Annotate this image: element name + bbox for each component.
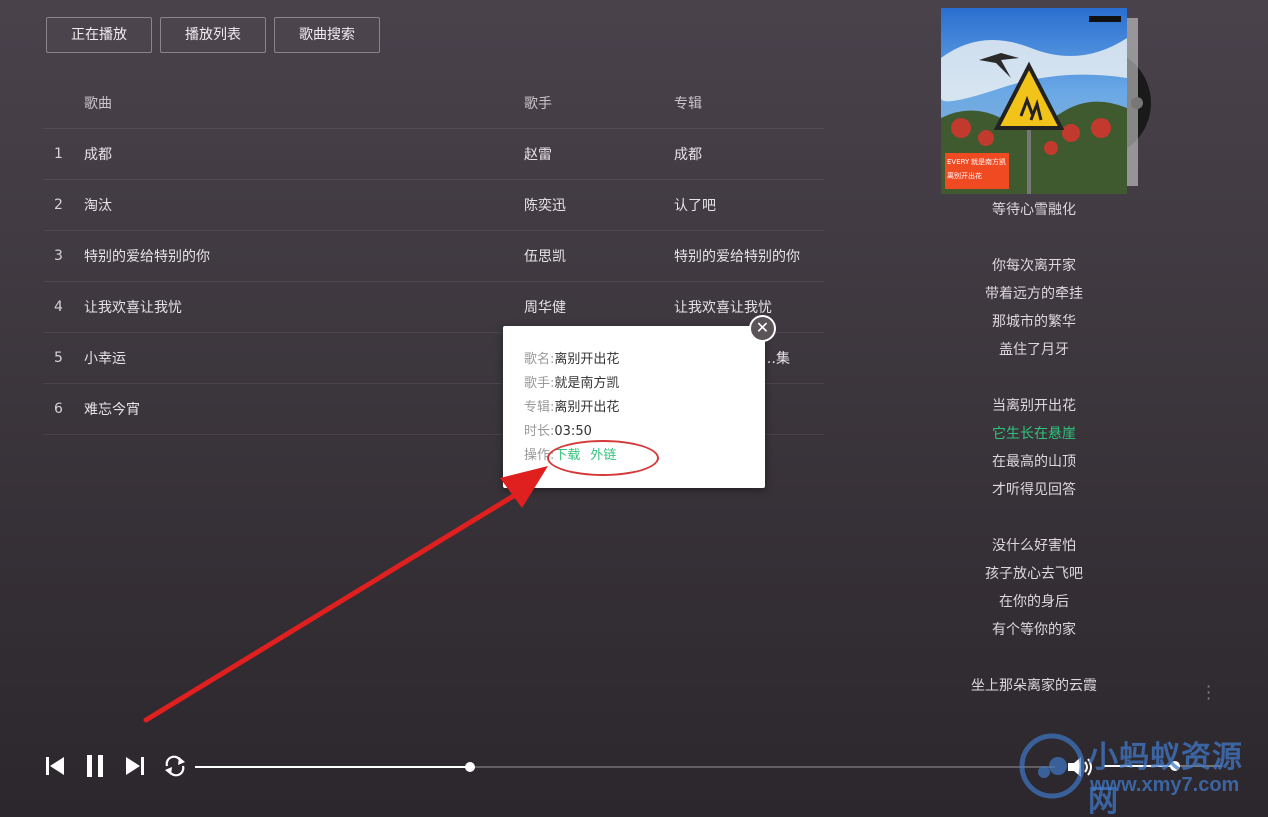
lyric-line: 没什么好害怕 — [992, 538, 1076, 554]
pause-icon — [87, 755, 103, 777]
progress-fill — [195, 766, 471, 768]
row-album[interactable]: 成都 — [674, 144, 824, 164]
lyric-line: 孩子放心去飞吧 — [985, 566, 1083, 582]
lyric-line — [940, 224, 1128, 252]
popup-name-label: 歌名: — [524, 352, 555, 367]
watermark: 小蚂蚁资源网 www.xmy7.com — [1018, 732, 1268, 817]
row-song[interactable]: 让我欢喜让我忧 — [84, 297, 524, 317]
row-song[interactable]: 成都 — [84, 144, 524, 164]
next-icon — [126, 757, 144, 775]
row-album[interactable]: 让我欢喜让我忧 — [674, 297, 824, 317]
header-singer: 歌手 — [524, 96, 552, 112]
lyric-line: 当离别开出花 — [992, 398, 1076, 414]
table-row[interactable]: 1 成都 赵雷 成都 — [44, 129, 824, 180]
row-song[interactable]: 难忘今宵 — [84, 399, 524, 419]
popup-name-row: 歌名:离别开出花 — [524, 348, 765, 372]
row-song[interactable]: 小幸运 — [84, 348, 524, 368]
popup-singer-label: 歌手: — [524, 376, 555, 391]
table-header: 歌曲 歌手 专辑 — [44, 78, 824, 129]
row-index: 4 — [54, 299, 63, 315]
header-song: 歌曲 — [84, 96, 112, 112]
next-button[interactable] — [122, 752, 148, 780]
lyric-line-active: 它生长在悬崖 — [992, 426, 1076, 442]
lyric-line: 在你的身后 — [999, 594, 1069, 610]
album-cover: EVERY 就是南方凯 离别开出花 — [941, 8, 1151, 194]
watermark-logo — [1019, 733, 1085, 799]
more-icon[interactable]: · · · — [1206, 679, 1211, 707]
lyric-line: 那城市的繁华 — [992, 314, 1076, 330]
popup-album-row: 专辑:离别开出花 — [524, 396, 765, 420]
album-text-every: EVERY — [947, 158, 970, 166]
popup-singer-row: 歌手:就是南方凯 — [524, 372, 765, 396]
lyric-line — [940, 364, 1128, 392]
lyric-line — [940, 504, 1128, 532]
album-text-artist: 就是南方凯 — [971, 157, 1006, 166]
watermark-url: www.xmy7.com — [1090, 774, 1240, 796]
row-singer[interactable]: 伍思凯 — [524, 246, 674, 266]
row-singer[interactable]: 陈奕迅 — [524, 195, 674, 215]
annotation-ellipse — [547, 440, 659, 476]
lyrics-panel: 等待心雪融化 你每次离开家 带着远方的牵挂 那城市的繁华 盖住了月牙当离别开出花 它生长在… — [940, 196, 1128, 700]
progress-handle[interactable] — [465, 762, 476, 772]
popup-singer-value: 就是南方凯 — [554, 376, 620, 391]
previous-button[interactable] — [42, 752, 68, 780]
lyric-line: 你每次离开家 — [992, 258, 1076, 274]
row-song[interactable]: 淘汰 — [84, 195, 524, 215]
lyric-line: 盖住了月牙 — [999, 342, 1069, 358]
popup-name-value: 离别开出花 — [554, 352, 620, 367]
lyric-line: 有个等你的家 — [992, 622, 1076, 638]
row-index: 1 — [54, 146, 63, 162]
lyric-line: 在最高的山顶 — [992, 454, 1076, 470]
popup-close-button[interactable]: ✕ — [749, 315, 776, 342]
row-singer[interactable]: 赵雷 — [524, 144, 674, 164]
row-index: 3 — [54, 248, 63, 264]
popup-album-label: 专辑: — [524, 400, 555, 415]
row-singer[interactable]: 周华健 — [524, 297, 674, 317]
row-index: 2 — [54, 197, 63, 213]
row-song[interactable]: 特别的爱给特别的你 — [84, 246, 524, 266]
popup-duration-row: 时长:03:50 — [524, 420, 765, 444]
previous-icon — [46, 757, 64, 775]
tab-song-search[interactable]: 歌曲搜索 — [274, 17, 380, 53]
popup-duration-value: 03:50 — [554, 424, 592, 439]
pause-button[interactable] — [82, 752, 108, 780]
row-index: 6 — [54, 401, 63, 417]
popup-album-value: 离别开出花 — [554, 400, 620, 415]
row-album[interactable]: 特别的爱给特别的你 — [674, 246, 824, 266]
lyric-line: 才听得见回答 — [992, 482, 1076, 498]
row-album[interactable]: 认了吧 — [674, 195, 824, 215]
lyric-line: 坐上那朵离家的云霞 — [971, 678, 1097, 694]
header-album: 专辑 — [674, 96, 702, 112]
lyric-line — [940, 644, 1128, 672]
album-cover-image: EVERY 就是南方凯 离别开出花 — [941, 8, 1151, 194]
album-text-title: 离别开出花 — [947, 171, 982, 180]
lyric-line: 带着远方的牵挂 — [985, 286, 1083, 302]
repeat-icon — [165, 755, 185, 777]
tab-now-playing[interactable]: 正在播放 — [46, 17, 152, 53]
popup-duration-label: 时长: — [524, 424, 555, 439]
row-index: 5 — [54, 350, 63, 366]
table-row[interactable]: 2 淘汰 陈奕迅 认了吧 — [44, 180, 824, 231]
player-controls — [42, 752, 188, 780]
repeat-button[interactable] — [162, 752, 188, 780]
table-row[interactable]: 3 特别的爱给特别的你 伍思凯 特别的爱给特别的你 — [44, 231, 824, 282]
lyric-line: 等待心雪融化 — [992, 202, 1076, 218]
tab-playlist[interactable]: 播放列表 — [160, 17, 266, 53]
progress-bar[interactable] — [195, 762, 1055, 772]
top-tabs: 正在播放 播放列表 歌曲搜索 — [46, 17, 380, 53]
